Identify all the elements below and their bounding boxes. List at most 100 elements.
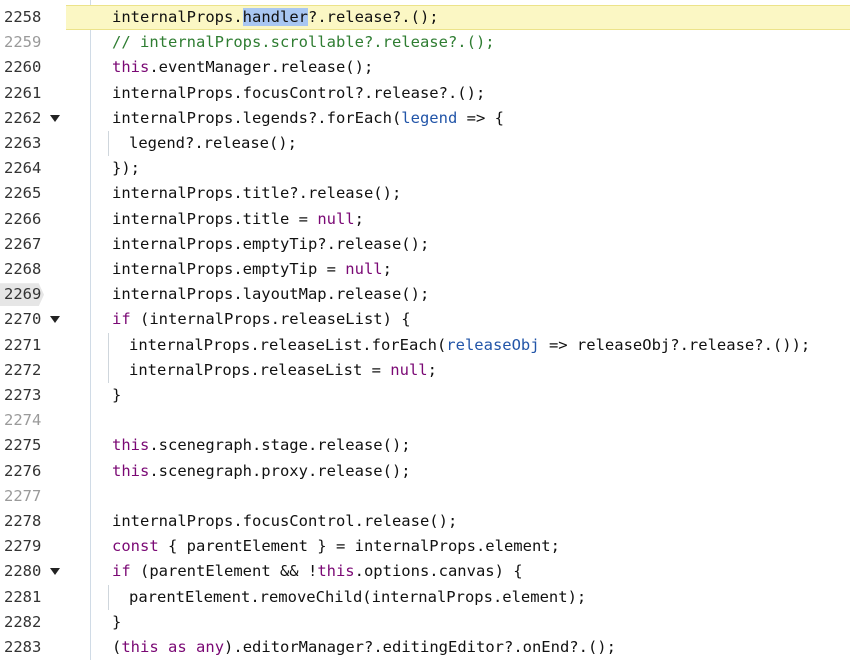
parameter-token: releaseObj [446, 335, 540, 354]
code-token: { parentElement } = internalProps.elemen… [158, 537, 560, 556]
line-number[interactable]: 2264 [4, 156, 48, 181]
code-line[interactable]: 2268 internalProps.emptyTip = null; [0, 257, 850, 282]
code-text[interactable]: } [112, 610, 121, 635]
fold-toggle-icon[interactable] [50, 114, 60, 122]
code-line[interactable]: 2269 internalProps.layoutMap.release(); [0, 282, 850, 307]
code-line[interactable]: 2283 (this as any).editorManager?.editing… [0, 635, 850, 660]
code-text[interactable]: if (internalProps.releaseList) { [112, 307, 411, 332]
code-line[interactable]: 2280 if (parentElement && !this.options.c… [0, 559, 850, 584]
line-number[interactable]: 2269 [4, 282, 48, 307]
code-text[interactable]: internalProps.emptyTip?.release(); [112, 232, 429, 257]
code-line[interactable]: 2267 internalProps.emptyTip?.release(); [0, 232, 850, 257]
keyword-token: const [112, 537, 159, 556]
line-number[interactable]: 2281 [4, 585, 48, 610]
code-text[interactable]: internalProps.focusControl.release(); [112, 509, 457, 534]
line-number[interactable]: 2266 [4, 207, 48, 232]
fold-toggle-icon[interactable] [50, 316, 60, 324]
code-text[interactable]: internalProps.handler?.release?.(); [112, 5, 439, 30]
code-text[interactable]: } [112, 383, 121, 408]
code-token: internalProps.title = [112, 209, 318, 228]
code-text[interactable]: internalProps.title = null; [112, 207, 364, 232]
code-token: } [112, 386, 122, 404]
line-number[interactable]: 2279 [4, 534, 48, 559]
line-number[interactable]: 2282 [4, 610, 48, 635]
code-token: parentElement.removeChild(internalProps.… [129, 587, 587, 606]
line-number[interactable]: 2265 [4, 181, 48, 206]
code-line[interactable]: 2274 [0, 408, 850, 433]
code-text[interactable]: const { parentElement } = internalProps.… [112, 534, 560, 559]
code-text[interactable]: internalProps.releaseList = null; [129, 358, 437, 383]
code-line[interactable]: 2263 legend?.release(); [0, 131, 850, 157]
code-text[interactable]: internalProps.layoutMap.release(); [112, 282, 429, 307]
line-number[interactable]: 2268 [4, 257, 48, 282]
line-number[interactable]: 2275 [4, 433, 48, 458]
code-line[interactable]: 2277 [0, 484, 850, 509]
code-line[interactable]: 2278 internalProps.focusControl.release()… [0, 509, 850, 534]
block-indent-guide [108, 332, 109, 358]
keyword-token: any [196, 638, 225, 656]
keyword-token: null [345, 260, 383, 278]
code-text[interactable]: this.scenegraph.stage.release(); [112, 433, 411, 458]
line-number[interactable]: 2267 [4, 232, 48, 257]
code-line[interactable]: 2264}); [0, 156, 850, 181]
line-number[interactable]: 2278 [4, 509, 48, 534]
code-token: .scenegraph.stage.release(); [149, 436, 411, 455]
code-text[interactable]: }); [112, 156, 140, 181]
code-text[interactable]: internalProps.title?.release(); [112, 181, 401, 206]
code-line[interactable]: 2258 internalProps.handler?.release?.(); [0, 5, 850, 31]
code-line[interactable]: 2271 internalProps.releaseList.forEach(re… [0, 332, 850, 358]
block-indent-guide [108, 131, 109, 157]
code-text[interactable]: internalProps.emptyTip = null; [112, 257, 392, 282]
keyword-token: this [112, 436, 150, 455]
line-number[interactable]: 2258 [4, 5, 48, 30]
code-line[interactable]: 2282} [0, 610, 850, 635]
line-number[interactable]: 2259 [4, 30, 48, 55]
code-text[interactable]: this.scenegraph.proxy.release(); [112, 459, 411, 484]
code-line[interactable]: 2273} [0, 383, 850, 408]
code-text[interactable]: internalProps.legends?.forEach(legend =>… [112, 106, 504, 131]
code-line[interactable]: 2276 this.scenegraph.proxy.release(); [0, 459, 850, 484]
code-text[interactable]: parentElement.removeChild(internalProps.… [129, 585, 586, 610]
line-number[interactable]: 2283 [4, 635, 48, 660]
fold-toggle-icon[interactable] [50, 568, 60, 576]
code-line[interactable]: 2281 parentElement.removeChild(internalPr… [0, 584, 850, 610]
line-number[interactable]: 2270 [4, 307, 48, 332]
code-text[interactable]: if (parentElement && !this.options.canva… [112, 559, 523, 584]
code-line[interactable]: 2260 this.eventManager.release(); [0, 55, 850, 80]
code-line[interactable]: 2265 internalProps.title?.release(); [0, 181, 850, 206]
line-number[interactable]: 2273 [4, 383, 48, 408]
line-number[interactable]: 2262 [4, 106, 48, 131]
line-number[interactable]: 2260 [4, 55, 48, 80]
code-text[interactable]: internalProps.releaseList.forEach(releas… [129, 333, 810, 358]
code-line[interactable]: 2275 this.scenegraph.stage.release(); [0, 433, 850, 458]
code-text[interactable]: legend?.release(); [129, 131, 297, 156]
code-text[interactable]: internalProps.focusControl?.release?.(); [112, 81, 485, 106]
code-text[interactable]: (this as any).editorManager?.editingEdit… [112, 635, 616, 660]
code-line[interactable]: 2266 internalProps.title = null; [0, 207, 850, 232]
line-number[interactable]: 2272 [4, 358, 48, 383]
code-line[interactable]: 2279 const { parentElement } = internalPr… [0, 534, 850, 559]
line-number[interactable]: 2263 [4, 131, 48, 156]
code-token: (parentElement && ! [130, 562, 318, 581]
code-line[interactable]: 2259 // internalProps.scrollable?.release… [0, 30, 850, 55]
code-text[interactable]: this.eventManager.release(); [112, 55, 373, 80]
code-text[interactable]: // internalProps.scrollable?.release?.()… [112, 30, 495, 55]
code-line[interactable]: 2270 if (internalProps.releaseList) { [0, 307, 850, 332]
line-number[interactable]: 2276 [4, 459, 48, 484]
code-token: internalProps.releaseList = [129, 360, 391, 379]
code-token: ?.release?.(); [307, 8, 439, 26]
keyword-token: if [112, 562, 131, 581]
line-number[interactable]: 2280 [4, 559, 48, 584]
code-line[interactable]: 2262 internalProps.legends?.forEach(legen… [0, 106, 850, 131]
code-editor[interactable]: 2258 internalProps.handler?.release?.(); 2… [0, 0, 850, 660]
line-number[interactable]: 2261 [4, 81, 48, 106]
code-token: internalProps.legends?.forEach( [112, 108, 402, 127]
line-number[interactable]: 2274 [4, 408, 48, 433]
line-number[interactable]: 2277 [4, 484, 48, 509]
code-line[interactable]: 2261 internalProps.focusControl?.release?… [0, 81, 850, 106]
line-number[interactable]: 2271 [4, 333, 48, 358]
code-line[interactable]: 2272 internalProps.releaseList = null; [0, 357, 850, 383]
selected-text: handler [242, 8, 308, 26]
